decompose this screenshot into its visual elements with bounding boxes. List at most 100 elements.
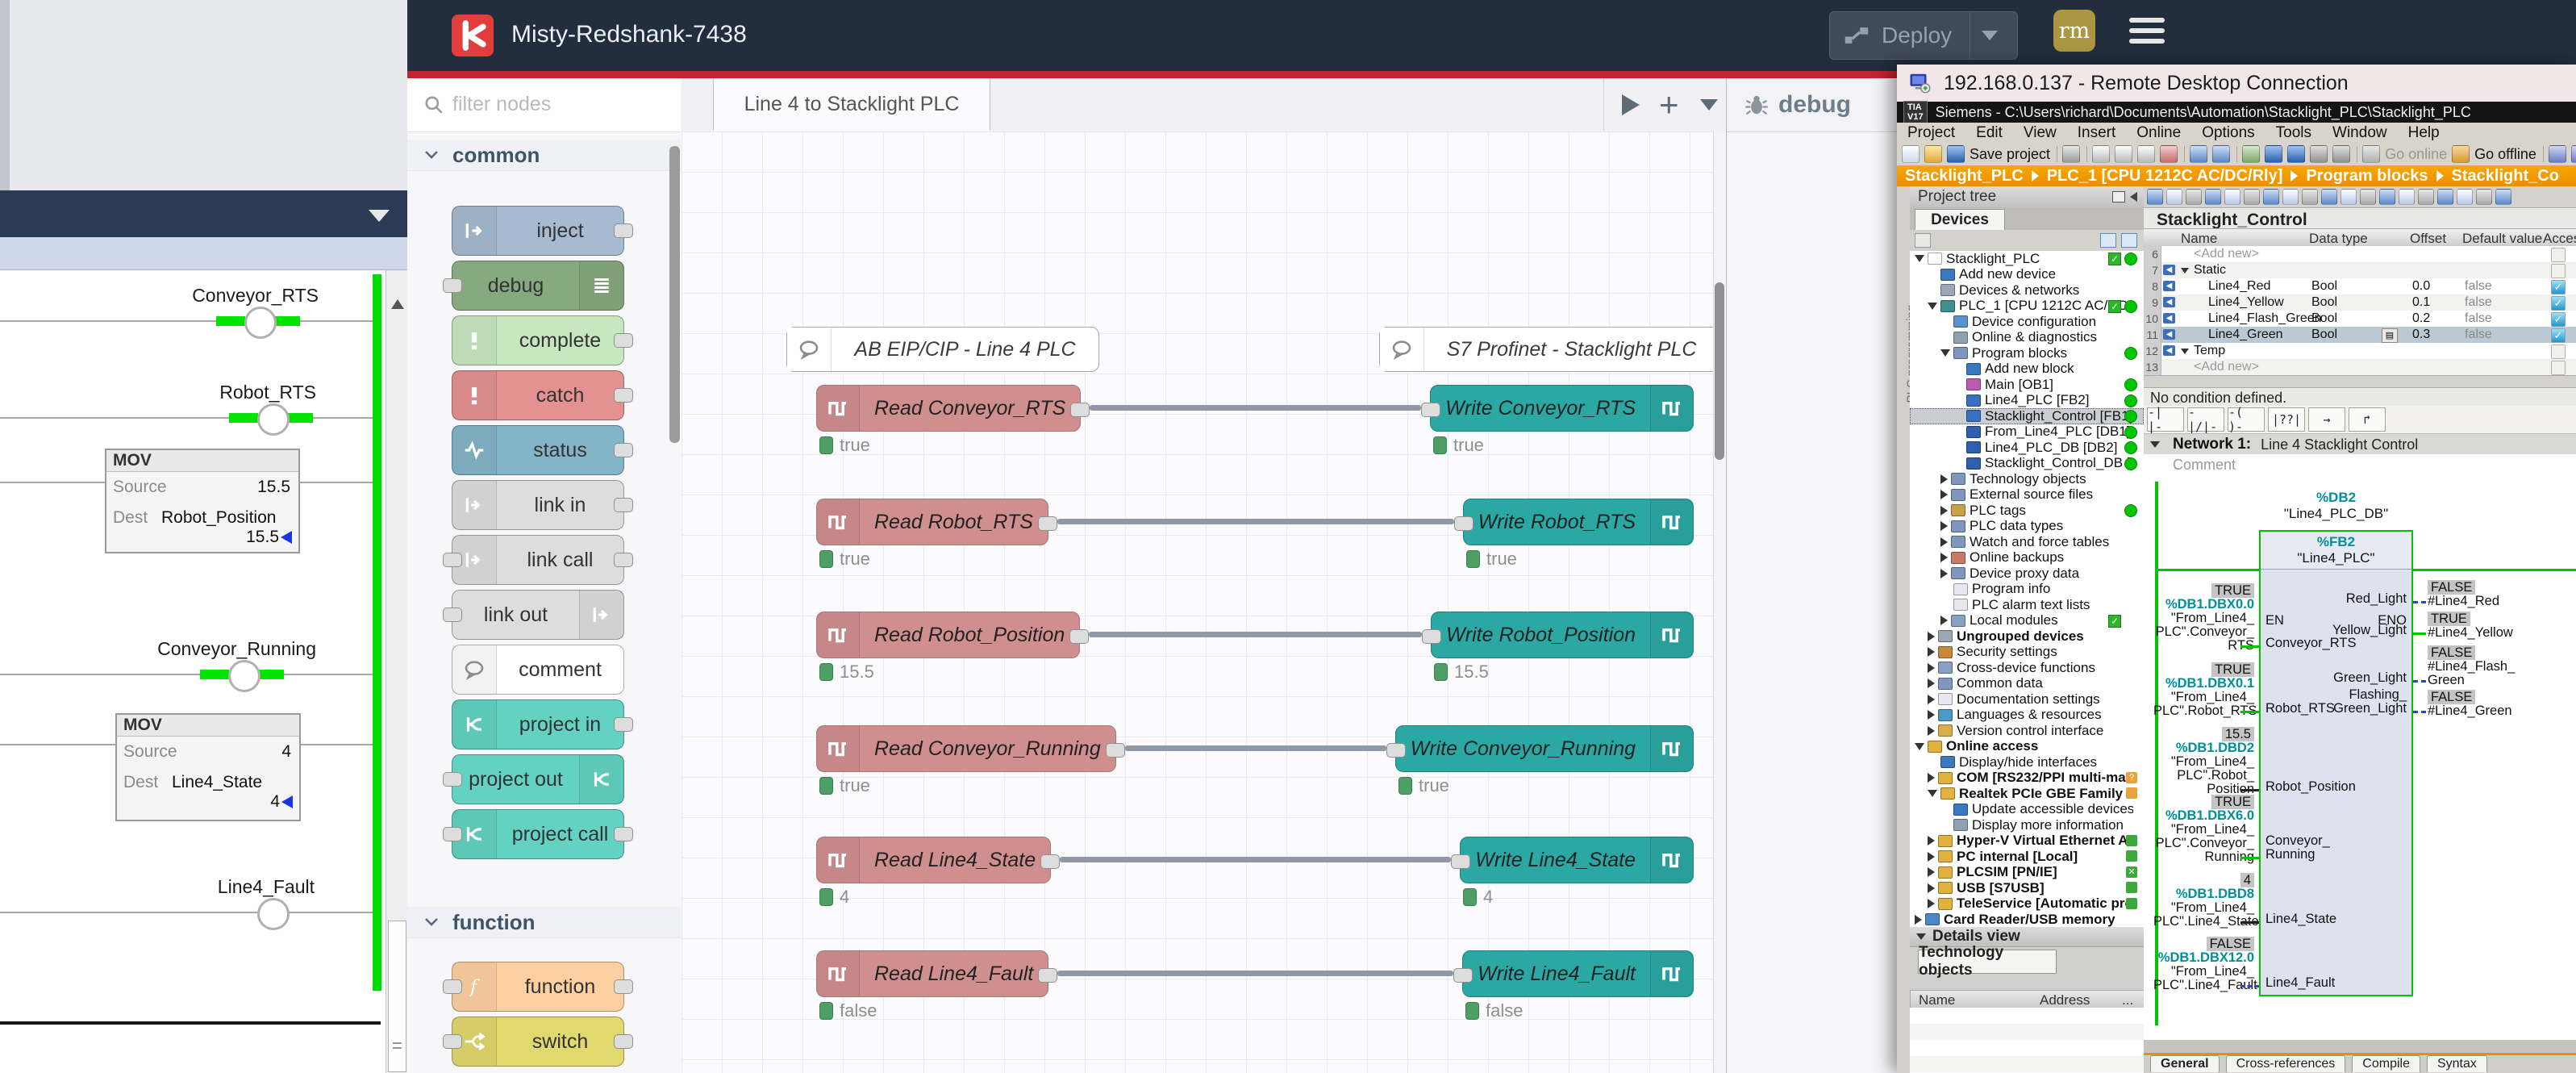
- group-expander-icon[interactable]: [2181, 349, 2189, 354]
- menu-window[interactable]: Window: [2322, 124, 2398, 142]
- tree-collapse-icon[interactable]: [1928, 790, 1937, 797]
- tree-expand-icon[interactable]: [1928, 836, 1935, 845]
- save-project-icon[interactable]: [1947, 145, 1965, 163]
- node-port-out[interactable]: [1069, 629, 1089, 644]
- tree-item-ungrouped-devices[interactable]: Ungrouped devices: [1910, 628, 2144, 645]
- diagnostics-icon[interactable]: [2549, 145, 2566, 163]
- node-port-out[interactable]: [614, 443, 633, 457]
- node-write-line4_fault[interactable]: Write Line4_Fault: [1462, 950, 1694, 997]
- node-write-robot_rts[interactable]: Write Robot_RTS: [1463, 499, 1694, 545]
- tree-expand-icon[interactable]: [1928, 867, 1935, 877]
- accessible-checkbox[interactable]: [2551, 264, 2566, 278]
- compile-icon[interactable]: [2242, 145, 2260, 163]
- node-port-out[interactable]: [614, 1034, 633, 1049]
- tree-item-teleservice-automatic-protoco-[interactable]: TeleService [Automatic protoco...: [1910, 896, 2144, 912]
- download-icon[interactable]: [2437, 189, 2453, 205]
- tree-item-common-data[interactable]: Common data: [1910, 676, 2144, 692]
- align-left-icon[interactable]: [2244, 189, 2260, 205]
- tree-item-add-new-block[interactable]: Add new block: [1910, 361, 2144, 378]
- network-comment[interactable]: Comment: [2144, 454, 2576, 476]
- mov-instruction-block[interactable]: MOVSource4DestLine4_State4: [115, 713, 301, 821]
- monitor-onoff-icon[interactable]: [2476, 189, 2492, 205]
- ladder-scrollbar[interactable]: [386, 270, 408, 1073]
- absolute-operands-icon[interactable]: [2321, 189, 2337, 205]
- open-project-icon[interactable]: [1924, 145, 1942, 163]
- go-offline-label[interactable]: Go offline: [2474, 146, 2536, 163]
- tree-expand-icon[interactable]: [1940, 521, 1948, 531]
- tree-item-hyper-v-virtual-ethernet-adapter[interactable]: Hyper-V Virtual Ethernet Adapter: [1910, 833, 2144, 850]
- palette-node-project-out[interactable]: project out: [452, 754, 624, 804]
- tree-expand-icon[interactable]: [1928, 695, 1935, 704]
- node-port-out[interactable]: [614, 717, 633, 732]
- interface-row-10[interactable]: 10◀Line4_Flash_GreenBool0.2false✓: [2144, 311, 2576, 327]
- save-project-label[interactable]: Save project: [1970, 146, 2050, 163]
- upload-from-device-icon[interactable]: [2287, 145, 2305, 163]
- node-port-in[interactable]: [443, 553, 462, 567]
- lad-tool-empty-box[interactable]: |??|: [2268, 407, 2305, 432]
- tree-expand-icon[interactable]: [1940, 490, 1948, 499]
- breadcrumb-item[interactable]: PLC_1 [CPU 1212C AC/DC/Rly]: [2047, 167, 2283, 186]
- tree-item-stacklight-control-fb1-[interactable]: Stacklight_Control [FB1]: [1910, 408, 2144, 424]
- lad-tool-branch-open[interactable]: →: [2308, 407, 2345, 432]
- wire[interactable]: [1060, 857, 1451, 862]
- tree-expand-icon[interactable]: [1928, 647, 1935, 657]
- type-picker-button[interactable]: ▤: [2382, 328, 2398, 343]
- tree-expand-icon[interactable]: [1940, 569, 1948, 578]
- tree-item-online-backups[interactable]: Online backups: [1910, 550, 2144, 566]
- tree-expand-icon[interactable]: [1928, 632, 1935, 641]
- node-port-out[interactable]: [614, 498, 633, 512]
- tree-view-icon[interactable]: [2100, 233, 2116, 248]
- tia-titlebar[interactable]: TIAV17 Siemens - C:\Users\richard\Docume…: [1897, 102, 2576, 123]
- menu-view[interactable]: View: [2013, 124, 2067, 142]
- new-project-icon[interactable]: [1902, 145, 1919, 163]
- interface-row-8[interactable]: 8◀Line4_RedBool0.0false✓: [2144, 278, 2576, 294]
- tree-expand-icon[interactable]: [1928, 883, 1935, 893]
- tree-item-realtek-pcie-gbe-family-con-[interactable]: Realtek PCIe GBE Family Con...: [1910, 786, 2144, 802]
- tree-item-stacklight-plc[interactable]: Stacklight_PLC✓: [1910, 251, 2144, 267]
- node-write-conveyor_rts[interactable]: Write Conveyor_RTS: [1430, 385, 1694, 432]
- tab-technology-objects[interactable]: Technology objects: [1918, 950, 2057, 974]
- stop-cpu-icon[interactable]: [2332, 145, 2350, 163]
- inspector-tab-syntax[interactable]: Syntax: [2427, 1055, 2487, 1072]
- menu-online[interactable]: Online: [2126, 124, 2191, 142]
- snapshot-icon[interactable]: [2495, 189, 2511, 205]
- start-cpu-icon[interactable]: [2310, 145, 2328, 163]
- go-online-icon[interactable]: [2362, 145, 2380, 163]
- node-port-in[interactable]: [1386, 743, 1406, 758]
- node-port-out[interactable]: [1070, 403, 1090, 417]
- upload-icon[interactable]: [2457, 189, 2473, 205]
- coil-tag-label[interactable]: Conveyor_RTS: [0, 285, 319, 307]
- tree-item-online-diagnostics[interactable]: Online & diagnostics: [1910, 330, 2144, 346]
- tree-expand-icon[interactable]: [2121, 233, 2137, 248]
- tree-item-program-blocks[interactable]: Program blocks: [1910, 345, 2144, 361]
- redo-icon[interactable]: [2212, 145, 2230, 163]
- palette-node-function[interactable]: ffunction: [452, 962, 624, 1012]
- tree-item-plc-tags[interactable]: PLC tags: [1910, 503, 2144, 519]
- call-env-icon[interactable]: [2418, 189, 2434, 205]
- lad-tool-coil[interactable]: -( )-: [2228, 407, 2265, 432]
- node-port-out[interactable]: [1038, 968, 1057, 983]
- accessible-checkbox[interactable]: [2551, 248, 2566, 262]
- palette-section-function[interactable]: function: [407, 907, 681, 938]
- tree-item-security-settings[interactable]: Security settings: [1910, 645, 2144, 661]
- tree-item-languages-resources[interactable]: Languages & resources: [1910, 708, 2144, 724]
- output-coil[interactable]: [244, 307, 277, 339]
- coil-tag-label[interactable]: Conveyor_Running: [0, 638, 316, 660]
- comments-toggle-icon[interactable]: [2302, 189, 2318, 205]
- tree-item-display-hide-interfaces[interactable]: Display/hide interfaces: [1910, 754, 2144, 770]
- tree-expand-icon[interactable]: [1928, 678, 1935, 688]
- symbol-info-icon[interactable]: [2340, 189, 2357, 205]
- tree-item-line4-plc-db-db2-[interactable]: Line4_PLC_DB [DB2]: [1910, 440, 2144, 456]
- tree-item-watch-and-force-tables[interactable]: Watch and force tables: [1910, 534, 2144, 550]
- split-view-icon[interactable]: [2263, 189, 2279, 205]
- undo-icon[interactable]: [2190, 145, 2207, 163]
- node-port-in[interactable]: [443, 278, 462, 293]
- group-expander-icon[interactable]: [2181, 268, 2189, 273]
- node-port-out[interactable]: [614, 979, 633, 994]
- accessible-checkbox[interactable]: [2551, 361, 2566, 375]
- inspector-tab-cross-references[interactable]: Cross-references: [2226, 1055, 2346, 1072]
- tree-item-pc-internal-local-[interactable]: PC internal [Local]: [1910, 849, 2144, 865]
- tree-collapse-icon[interactable]: [1915, 255, 1924, 262]
- comment-node[interactable]: S7 Profinet - Stacklight PLC: [1379, 327, 1719, 372]
- palette-node-catch[interactable]: catch: [452, 370, 624, 420]
